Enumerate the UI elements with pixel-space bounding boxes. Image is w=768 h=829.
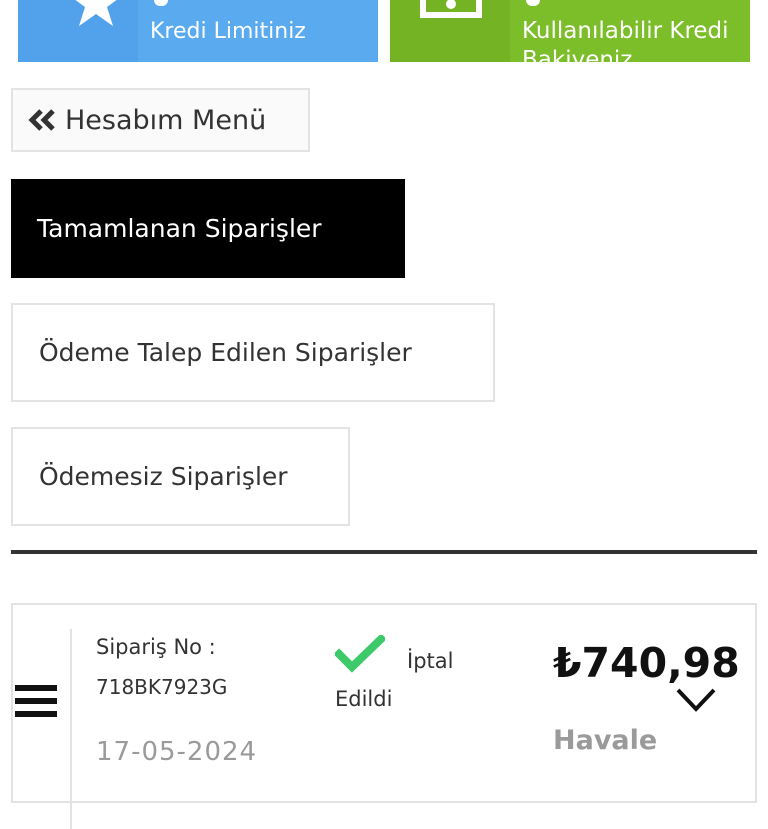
account-menu-label: Hesabım Menü — [65, 104, 267, 136]
tab-payment-requested-orders[interactable]: Ödeme Talep Edilen Siparişler — [11, 303, 495, 402]
tab-completed-orders[interactable]: Tamamlanan Siparişler — [11, 179, 405, 278]
account-menu-button[interactable]: Hesabım Menü — [11, 88, 310, 152]
available-credit-label: Kullanılabilir Kredi Bakiyeniz — [522, 18, 729, 62]
tab-unpaid-orders[interactable]: Ödemesiz Siparişler — [11, 427, 350, 526]
order-number: 718BK7923G — [96, 675, 228, 699]
available-credit-icon-zone — [390, 0, 510, 62]
credit-limit-value-partial — [154, 0, 168, 6]
double-chevron-left-icon — [28, 109, 55, 131]
tab-unpaid-orders-label: Ödemesiz Siparişler — [39, 462, 288, 491]
tab-completed-orders-label: Tamamlanan Siparişler — [37, 214, 322, 243]
order-status-line2: Edildi — [335, 687, 393, 711]
order-number-label: Sipariş No : — [96, 635, 216, 659]
order-card: Sipariş No : 718BK7923G 17-05-2024 İptal… — [11, 603, 757, 829]
available-credit-card: Kullanılabilir Kredi Bakiyeniz — [390, 0, 750, 62]
order-card-separator — [70, 629, 72, 829]
chevron-down-icon[interactable] — [675, 687, 717, 713]
available-credit-value-partial — [526, 0, 540, 6]
section-divider — [11, 550, 757, 554]
money-icon — [420, 0, 482, 18]
star-icon — [75, 0, 117, 26]
order-amount: ₺740,98 — [553, 639, 740, 687]
payment-method: Havale — [553, 725, 658, 756]
hamburger-menu-icon[interactable] — [15, 681, 57, 721]
order-status-line1: İptal — [407, 649, 454, 673]
order-date: 17-05-2024 — [96, 737, 258, 767]
tab-payment-requested-orders-label: Ödeme Talep Edilen Siparişler — [39, 338, 412, 367]
credit-limit-icon-zone — [18, 0, 138, 62]
check-icon — [335, 635, 385, 673]
credit-limit-card: Kredi Limitiniz — [18, 0, 378, 62]
credit-limit-label: Kredi Limitiniz — [150, 19, 306, 44]
